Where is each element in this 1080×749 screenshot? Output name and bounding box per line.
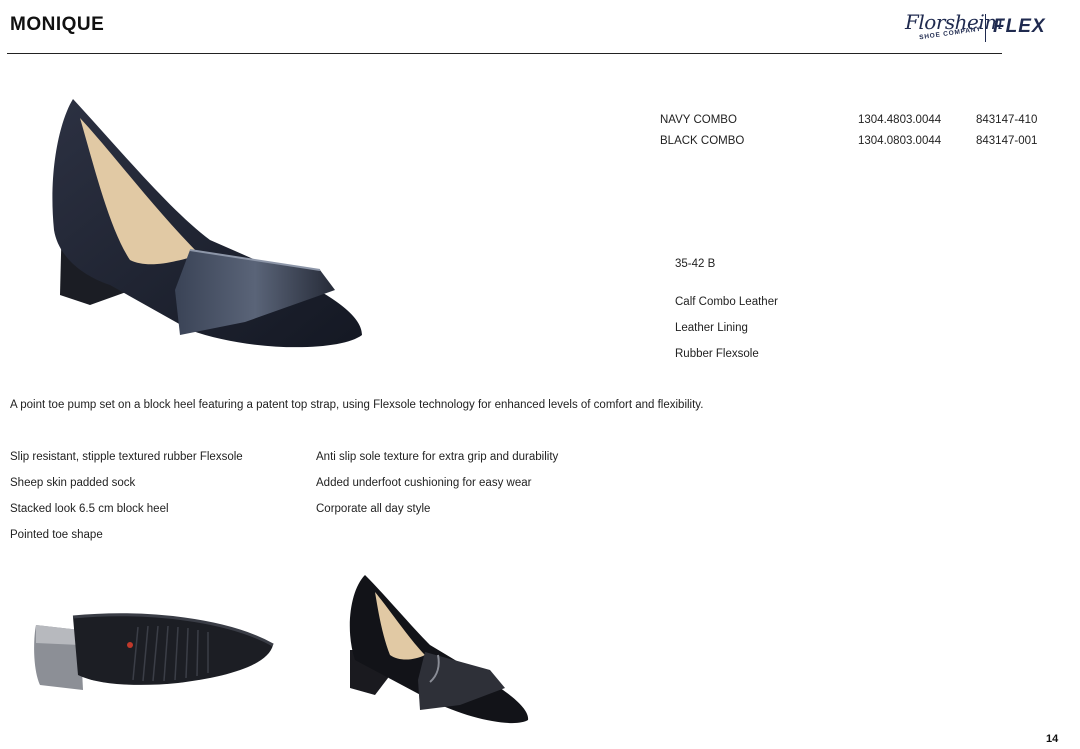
feature-item: Sheep skin padded sock	[10, 477, 136, 489]
feature-item: Anti slip sole texture for extra grip an…	[316, 451, 559, 463]
colorway-ref: 843147-001	[976, 135, 1038, 147]
header-rule	[7, 53, 1002, 54]
product-description: A point toe pump set on a block heel fea…	[10, 399, 704, 411]
brand-flex: FLEX	[993, 16, 1046, 37]
colorway-name: BLACK COMBO	[660, 135, 745, 147]
upper-material: Calf Combo Leather	[675, 296, 778, 308]
angle-view-image	[349, 575, 529, 724]
brand-logo: Florsheim SHOE COMPANY FLEX	[903, 10, 1045, 46]
colorway-name: NAVY COMBO	[660, 114, 737, 126]
lining-material: Leather Lining	[675, 322, 748, 334]
sole-material: Rubber Flexsole	[675, 348, 759, 360]
feature-item: Added underfoot cushioning for easy wear	[316, 477, 532, 489]
size-range: 35-42 B	[675, 258, 716, 270]
sole-view-image	[34, 613, 274, 690]
feature-item: Slip resistant, stipple textured rubber …	[10, 451, 243, 463]
page-number: 14	[1046, 733, 1059, 745]
feature-item: Corporate all day style	[316, 503, 431, 515]
brand-divider	[985, 14, 986, 42]
colorway-ref: 843147-410	[976, 114, 1038, 126]
colorway-code: 1304.0803.0044	[858, 135, 942, 147]
hero-shoe-image	[52, 99, 362, 348]
feature-item: Stacked look 6.5 cm block heel	[10, 503, 169, 515]
colorway-code: 1304.4803.0044	[858, 114, 942, 126]
feature-item: Pointed toe shape	[10, 529, 103, 541]
page-title: MONIQUE	[10, 14, 105, 35]
